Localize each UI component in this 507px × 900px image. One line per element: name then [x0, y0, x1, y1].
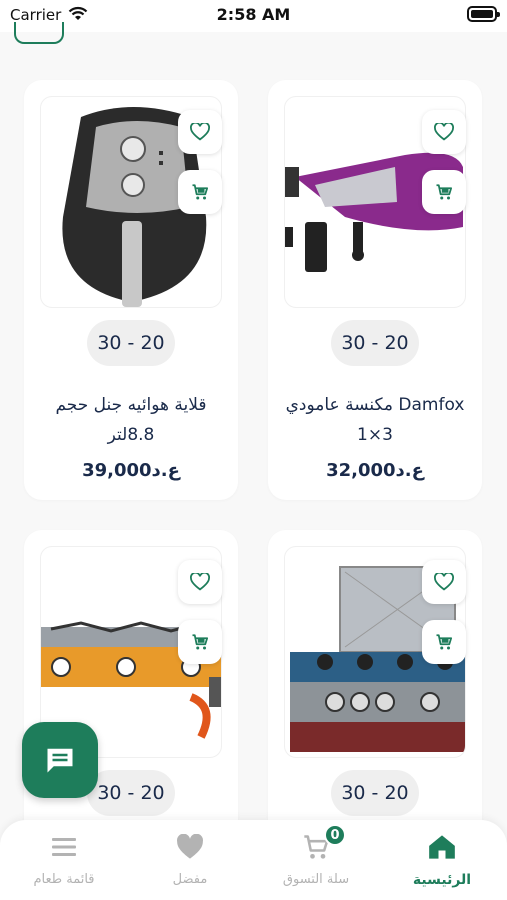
filter-button[interactable] — [14, 22, 64, 44]
chat-button[interactable] — [22, 722, 98, 798]
size-chip: 30 - 20 — [87, 770, 175, 816]
clock: 2:58 AM — [216, 5, 291, 24]
product-title[interactable]: Damfox مكنسة عامودي 3×1 — [278, 390, 472, 450]
cart-icon — [192, 634, 209, 650]
cart-icon — [192, 184, 209, 200]
tab-label: قائمة طعام — [33, 872, 95, 887]
favorite-button[interactable] — [422, 560, 466, 604]
product-card[interactable]: 30 - 20 — [268, 530, 482, 850]
product-card[interactable]: 30 - 20 قلاية هوائيه جنل حجم 8.8لتر 39,0… — [24, 80, 238, 500]
cart-count-badge: 0 — [324, 824, 346, 846]
size-chip: 30 - 20 — [331, 770, 419, 816]
heart-icon — [190, 573, 210, 591]
product-price: 32,000ع.د — [326, 460, 424, 481]
tab-label: الرئيسية — [412, 872, 472, 888]
product-price: 39,000ع.د — [82, 460, 180, 481]
heart-icon — [434, 123, 454, 141]
tab-label: سلة التسوق — [282, 872, 350, 887]
product-card[interactable]: 30 - 20 Damfox مكنسة عامودي 3×1 32,000ع.… — [268, 80, 482, 500]
tab-cart[interactable]: 0 سلة التسوق — [266, 824, 366, 887]
status-bar: Carrier 2:58 AM — [0, 0, 507, 32]
heart-icon — [434, 573, 454, 591]
chat-icon — [47, 748, 73, 773]
cart-icon — [436, 184, 453, 200]
battery-icon — [467, 6, 500, 22]
favorite-button[interactable] — [422, 110, 466, 154]
add-to-cart-button[interactable] — [178, 170, 222, 214]
cart-icon — [436, 634, 453, 650]
size-chip: 30 - 20 — [87, 320, 175, 366]
add-to-cart-button[interactable] — [422, 620, 466, 664]
bottom-tab-bar: قائمة طعام مفضل 0 سلة التسوق الرئيسية — [0, 820, 507, 900]
size-chip: 30 - 20 — [331, 320, 419, 366]
product-card[interactable]: 30 - 20 — [24, 530, 238, 850]
tab-home[interactable]: الرئيسية — [392, 830, 492, 888]
product-title[interactable]: قلاية هوائيه جنل حجم 8.8لتر — [34, 390, 228, 450]
tab-label: مفضل — [172, 872, 208, 887]
tab-menu[interactable]: قائمة طعام — [14, 830, 114, 887]
heart-icon — [190, 123, 210, 141]
add-to-cart-button[interactable] — [178, 620, 222, 664]
heart-icon — [177, 834, 203, 859]
favorite-button[interactable] — [178, 560, 222, 604]
add-to-cart-button[interactable] — [422, 170, 466, 214]
menu-icon — [52, 838, 76, 856]
tab-favorites[interactable]: مفضل — [140, 830, 240, 887]
home-icon — [429, 835, 455, 859]
favorite-button[interactable] — [178, 110, 222, 154]
